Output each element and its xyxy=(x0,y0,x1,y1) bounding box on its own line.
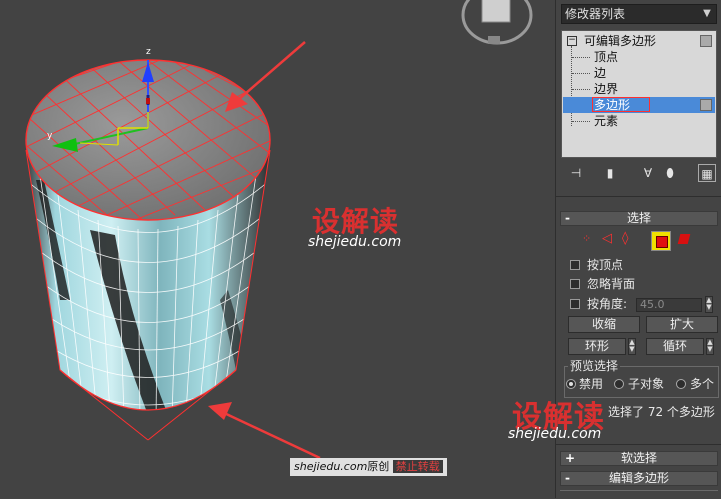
subobject-icons: ⁘ ◁ ◊ xyxy=(580,230,720,252)
lightbulb-icon[interactable] xyxy=(700,35,712,47)
stack-toolbar: ⊣ ▮ ∀ ⬮ ▦ xyxy=(556,162,721,186)
shrink-button[interactable]: 收缩 xyxy=(568,316,640,333)
footer-site: shejiedu.com xyxy=(294,460,368,473)
view-cube[interactable] xyxy=(461,0,533,45)
angle-input[interactable]: 45.0 xyxy=(636,298,702,312)
preview-subobject-radio[interactable] xyxy=(614,379,624,389)
perspective-viewport[interactable]: z y 设解读 shejiedu.com shejiedu.com原创 禁止转载 xyxy=(0,0,555,498)
make-unique-icon[interactable]: ∀ xyxy=(640,164,656,182)
selection-rollout-header[interactable]: - 选择 xyxy=(560,211,718,226)
edit-polygons-title: 编辑多边形 xyxy=(608,471,669,485)
soft-selection-title: 软选择 xyxy=(620,451,657,465)
preview-disabled-label: 禁用 xyxy=(579,377,604,391)
stack-item-border[interactable]: 边界 xyxy=(594,81,618,97)
command-panel: 修改器列表 ▼ − 可编辑多边形 顶点 边 边界 多边形 元素 ⊣ ▮ ∀ ⬮ … xyxy=(508,0,721,498)
modifier-list-label: 修改器列表 xyxy=(565,7,626,21)
gizmo-y-label: y xyxy=(47,131,53,141)
stack-item-vertex[interactable]: 顶点 xyxy=(594,49,618,65)
selection-status: 选择了 72 个多边形 xyxy=(608,405,715,419)
by-angle-checkbox[interactable] xyxy=(570,299,580,309)
ring-spinner[interactable]: ▲ ▼ xyxy=(628,338,636,355)
collapse-minus-icon: - xyxy=(565,211,570,225)
border-mode-icon[interactable]: ◊ xyxy=(622,231,628,246)
edge-mode-icon[interactable]: ◁ xyxy=(602,231,612,246)
watermark-site: shejiedu.com xyxy=(308,234,402,250)
grow-button[interactable]: 扩大 xyxy=(646,316,718,333)
stack-item-toggle-icon[interactable] xyxy=(700,99,712,111)
footer-forbid: 禁止转载 xyxy=(392,460,443,473)
annotation-arrow-top xyxy=(225,41,306,112)
polygon-mode-icon[interactable] xyxy=(651,231,671,251)
loop-spinner[interactable]: ▲ ▼ xyxy=(706,338,714,355)
preview-multi-radio[interactable] xyxy=(676,379,686,389)
stack-item-element[interactable]: 元素 xyxy=(594,113,618,129)
collapse-minus-icon: - xyxy=(565,471,570,485)
stack-item-edge[interactable]: 边 xyxy=(594,65,606,81)
stack-item-root[interactable]: 可编辑多边形 xyxy=(584,33,656,49)
by-vertex-label: 按顶点 xyxy=(587,258,624,272)
modifier-stack[interactable]: − 可编辑多边形 顶点 边 边界 多边形 元素 xyxy=(561,30,717,158)
edit-polygons-header[interactable]: - 编辑多边形 xyxy=(560,471,718,486)
ignore-backfacing-label: 忽略背面 xyxy=(587,277,636,291)
configure-sets-icon[interactable]: ▦ xyxy=(698,164,716,182)
cylinder-mesh[interactable] xyxy=(20,58,272,441)
pin-stack-icon[interactable]: ⊣ xyxy=(568,164,584,182)
footer-watermark: shejiedu.com原创 禁止转载 xyxy=(290,458,447,476)
preview-selection-title: 预览选择 xyxy=(568,359,621,373)
footer-original: 原创 xyxy=(367,460,390,473)
panel-watermark-site: shejiedu.com xyxy=(508,426,602,442)
chevron-down-icon: ▼ xyxy=(703,8,711,19)
preview-disabled-radio[interactable] xyxy=(566,379,576,389)
vertex-mode-icon[interactable]: ⁘ xyxy=(582,232,591,245)
show-end-result-icon[interactable]: ▮ xyxy=(602,164,618,182)
selection-rollout-title: 选择 xyxy=(626,211,651,225)
annotation-arrow-bottom xyxy=(208,402,321,460)
loop-button[interactable]: 循环 xyxy=(646,338,704,355)
gizmo-z-label: z xyxy=(146,47,151,57)
viewport-canvas[interactable]: z y xyxy=(0,0,555,498)
expand-minus-icon[interactable]: − xyxy=(567,36,577,46)
element-mode-icon[interactable] xyxy=(677,234,691,244)
preview-multi-label: 多个 xyxy=(690,377,715,391)
by-angle-label: 按角度: xyxy=(587,297,628,311)
by-vertex-checkbox[interactable] xyxy=(570,260,580,270)
soft-selection-header[interactable]: + 软选择 xyxy=(560,451,718,466)
ring-button[interactable]: 环形 xyxy=(568,338,626,355)
preview-subobject-label: 子对象 xyxy=(628,377,665,391)
ignore-backfacing-checkbox[interactable] xyxy=(570,279,580,289)
remove-modifier-icon[interactable]: ⬮ xyxy=(662,164,678,182)
expand-plus-icon: + xyxy=(565,451,576,465)
modifier-list-dropdown[interactable]: 修改器列表 ▼ xyxy=(561,4,717,24)
stack-item-polygon[interactable]: 多边形 xyxy=(594,97,630,113)
angle-spinner[interactable]: ▲ ▼ xyxy=(705,296,713,313)
